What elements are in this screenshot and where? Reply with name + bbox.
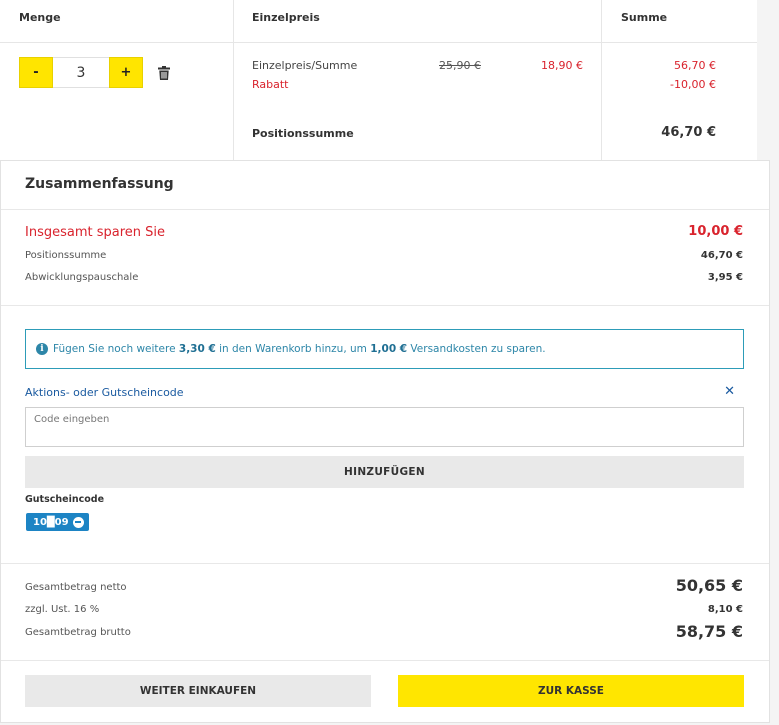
voucher-chip: 10█09	[26, 513, 89, 531]
header-divider	[0, 42, 757, 43]
fee-value: 3,95 €	[707, 272, 743, 283]
continue-shopping-button[interactable]: WEITER EINKAUFEN	[25, 675, 371, 707]
vat-value: 8,10 €	[707, 604, 743, 615]
net-label: Gesamtbetrag netto	[25, 582, 127, 593]
header-total: Summe	[621, 11, 668, 24]
discount-label: Rabatt	[252, 78, 289, 91]
increase-qty-button[interactable]: +	[109, 57, 143, 88]
header-unit-price: Einzelpreis	[252, 11, 320, 24]
fee-label: Abwicklungspauschale	[25, 272, 139, 283]
position-sum-value: 46,70 €	[700, 250, 743, 261]
savings-value: 10,00 €	[688, 224, 743, 239]
quantity-stepper: - 3 +	[19, 57, 171, 88]
voucher-label: Gutscheincode	[25, 494, 105, 505]
divider	[1, 209, 769, 210]
divider	[1, 660, 769, 661]
vat-label: zzgl. Ust. 16 %	[25, 604, 100, 615]
coupon-toggle[interactable]: Aktions- oder Gutscheincode	[25, 386, 184, 399]
minus-circle-icon[interactable]	[72, 516, 84, 528]
cart-table: Menge Einzelpreis Summe - 3 + Einzelprei…	[0, 0, 757, 160]
savings-label: Insgesamt sparen Sie	[25, 225, 166, 240]
decrease-qty-button[interactable]: -	[19, 57, 53, 88]
new-price: 18,90 €	[541, 59, 583, 72]
shipping-info-box: i Fügen Sie noch weitere 3,30 € in den W…	[25, 329, 744, 369]
gross-value: 58,75 €	[675, 622, 743, 641]
summary-panel: Zusammenfassung Insgesamt sparen Sie 10,…	[0, 160, 770, 723]
close-icon[interactable]: ✕	[724, 384, 735, 399]
checkout-button[interactable]: ZUR KASSE	[398, 675, 744, 707]
position-label: Positionssumme	[252, 127, 354, 140]
old-price: 25,90 €	[439, 59, 481, 72]
divider	[1, 563, 769, 564]
quantity-input[interactable]: 3	[53, 57, 109, 88]
info-icon: i	[36, 343, 48, 355]
price-label: Einzelpreis/Summe	[252, 59, 358, 72]
summary-title: Zusammenfassung	[25, 176, 174, 192]
trash-icon[interactable]	[157, 65, 171, 81]
position-total: 46,70 €	[661, 125, 716, 140]
discount-value: -10,00 €	[670, 78, 716, 91]
column-divider	[233, 0, 234, 160]
position-sum-label: Positionssumme	[25, 250, 107, 261]
voucher-code: 10█09	[33, 516, 69, 528]
divider	[1, 305, 769, 306]
header-qty: Menge	[19, 11, 61, 24]
info-text: Fügen Sie noch weitere 3,30 € in den War…	[53, 343, 546, 355]
gross-label: Gesamtbetrag brutto	[25, 627, 131, 638]
add-coupon-button[interactable]: HINZUFÜGEN	[25, 456, 744, 488]
column-divider	[601, 0, 602, 160]
line-total: 56,70 €	[674, 59, 716, 72]
net-value: 50,65 €	[675, 576, 743, 595]
coupon-code-input[interactable]: Code eingeben	[25, 407, 744, 447]
